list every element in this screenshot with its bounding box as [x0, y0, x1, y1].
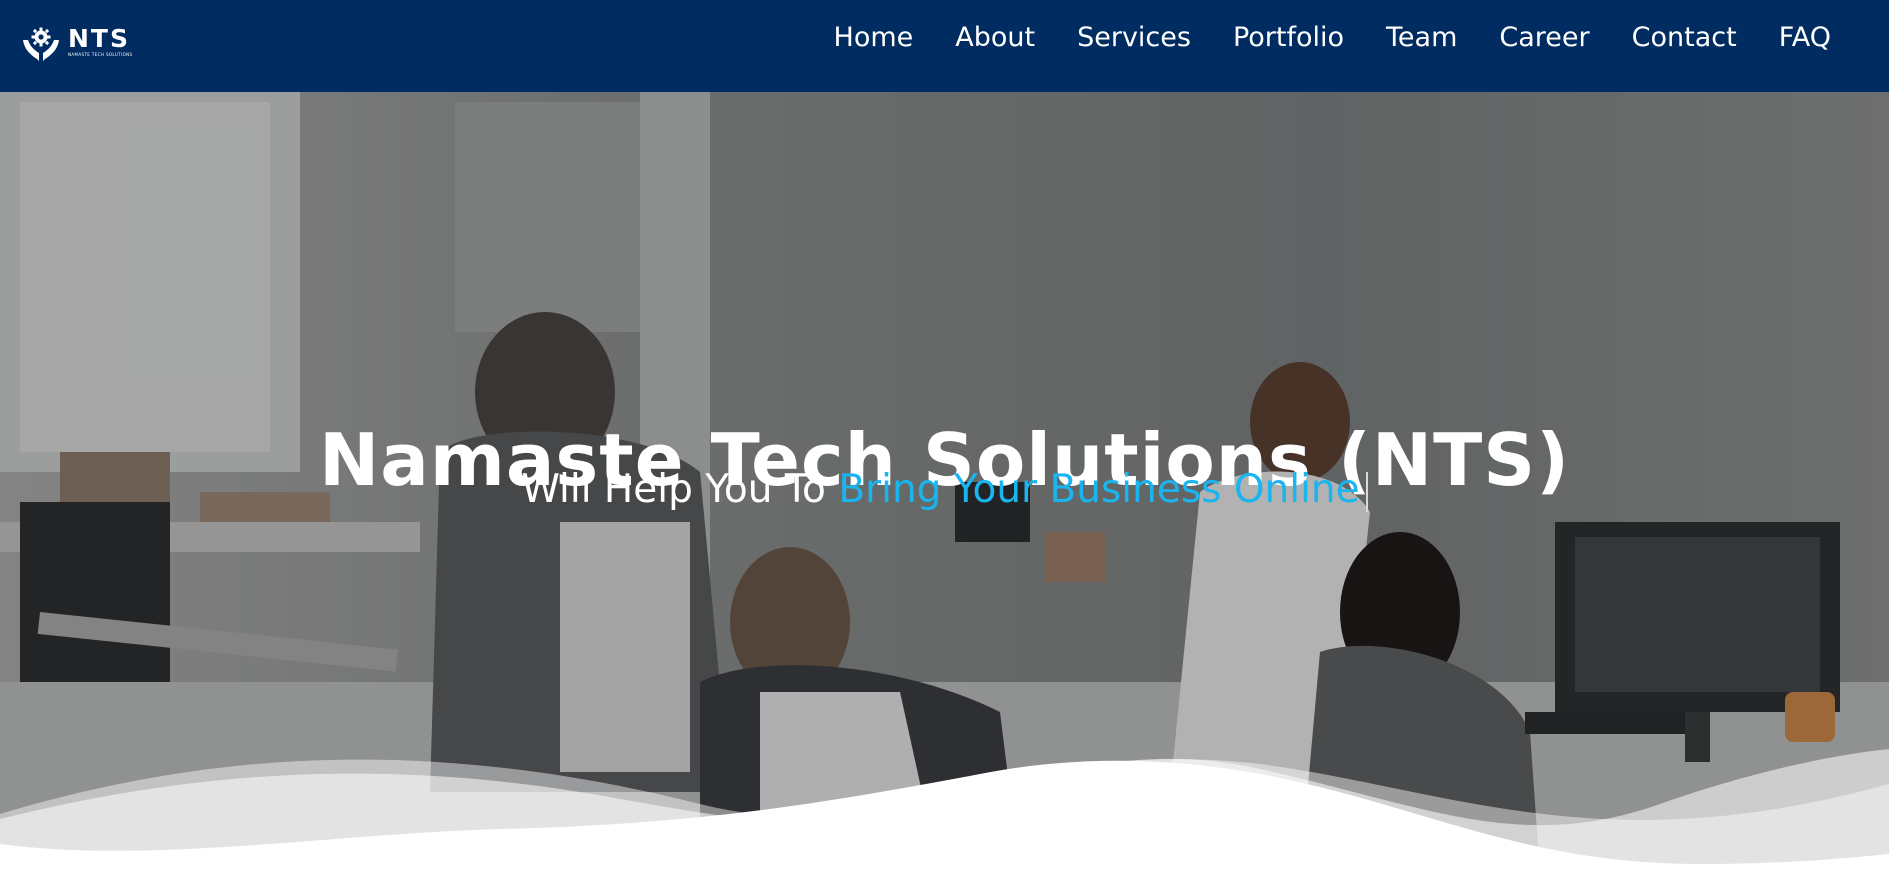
brand-logo[interactable]: NTS NAMASTE TECH SOLUTIONS [22, 26, 133, 62]
nav-about-link[interactable]: About [955, 18, 1035, 58]
nav-contact-link[interactable]: Contact [1632, 18, 1737, 58]
hero-subtitle-typed-text: Bring Your Business Online [838, 467, 1360, 512]
brand-name: NTS [68, 24, 130, 53]
hero-subtitle-static: Will Help You To [521, 467, 839, 512]
hero-subtitle: Will Help You To Bring Your Business Onl… [0, 465, 1889, 515]
nav-portfolio-link[interactable]: Portfolio [1233, 18, 1344, 58]
nav-team-link[interactable]: Team [1386, 18, 1457, 58]
nav-home-link[interactable]: Home [834, 18, 914, 58]
main-menu: Home About Services Portfolio Team Caree… [792, 18, 1831, 58]
hands-gear-icon [23, 27, 59, 61]
nav-services-link[interactable]: Services [1077, 18, 1191, 58]
hero-section: Namaste Tech Solutions (NTS) Will Help Y… [0, 92, 1889, 874]
typing-caret [1365, 471, 1368, 512]
nav-career-link[interactable]: Career [1499, 18, 1589, 58]
brand-tagline: NAMASTE TECH SOLUTIONS [68, 52, 133, 57]
navbar: NTS NAMASTE TECH SOLUTIONS Home About Se… [0, 0, 1889, 92]
hero-wave-divider [0, 749, 1889, 874]
nav-faq-link[interactable]: FAQ [1779, 18, 1831, 58]
